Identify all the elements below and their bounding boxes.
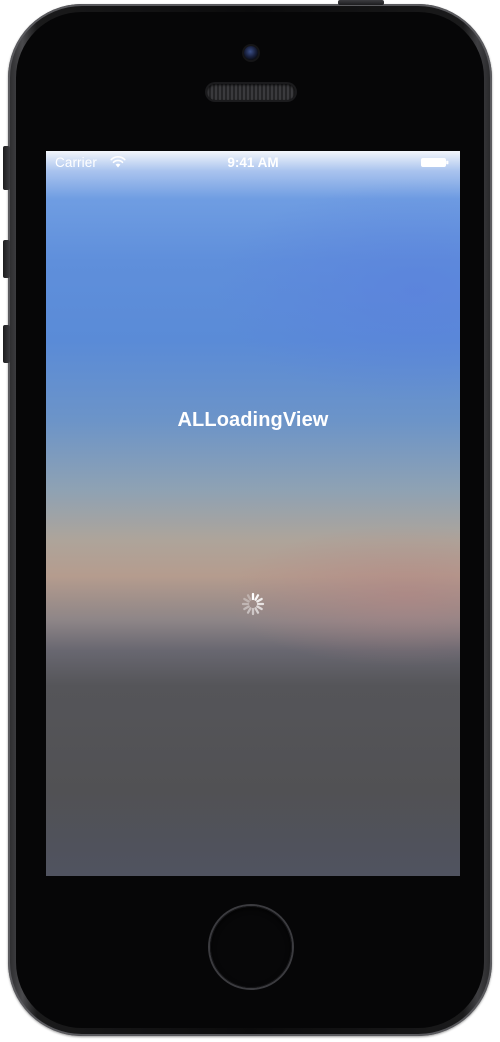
device-screen: Carrier 9:41 AM ALLoadingView [46,151,460,876]
app-title: ALLoadingView [177,409,329,431]
status-bar: Carrier 9:41 AM [46,151,460,173]
front-camera-icon [244,46,258,60]
home-button[interactable] [210,906,292,988]
mute-switch [3,146,10,190]
activity-indicator-icon [241,592,265,616]
status-time: 9:41 AM [227,155,279,170]
earpiece-speaker [207,84,295,100]
battery-full-icon [421,158,449,167]
power-button [338,0,384,5]
volume-up-button [3,240,10,278]
volume-down-button [3,325,10,363]
